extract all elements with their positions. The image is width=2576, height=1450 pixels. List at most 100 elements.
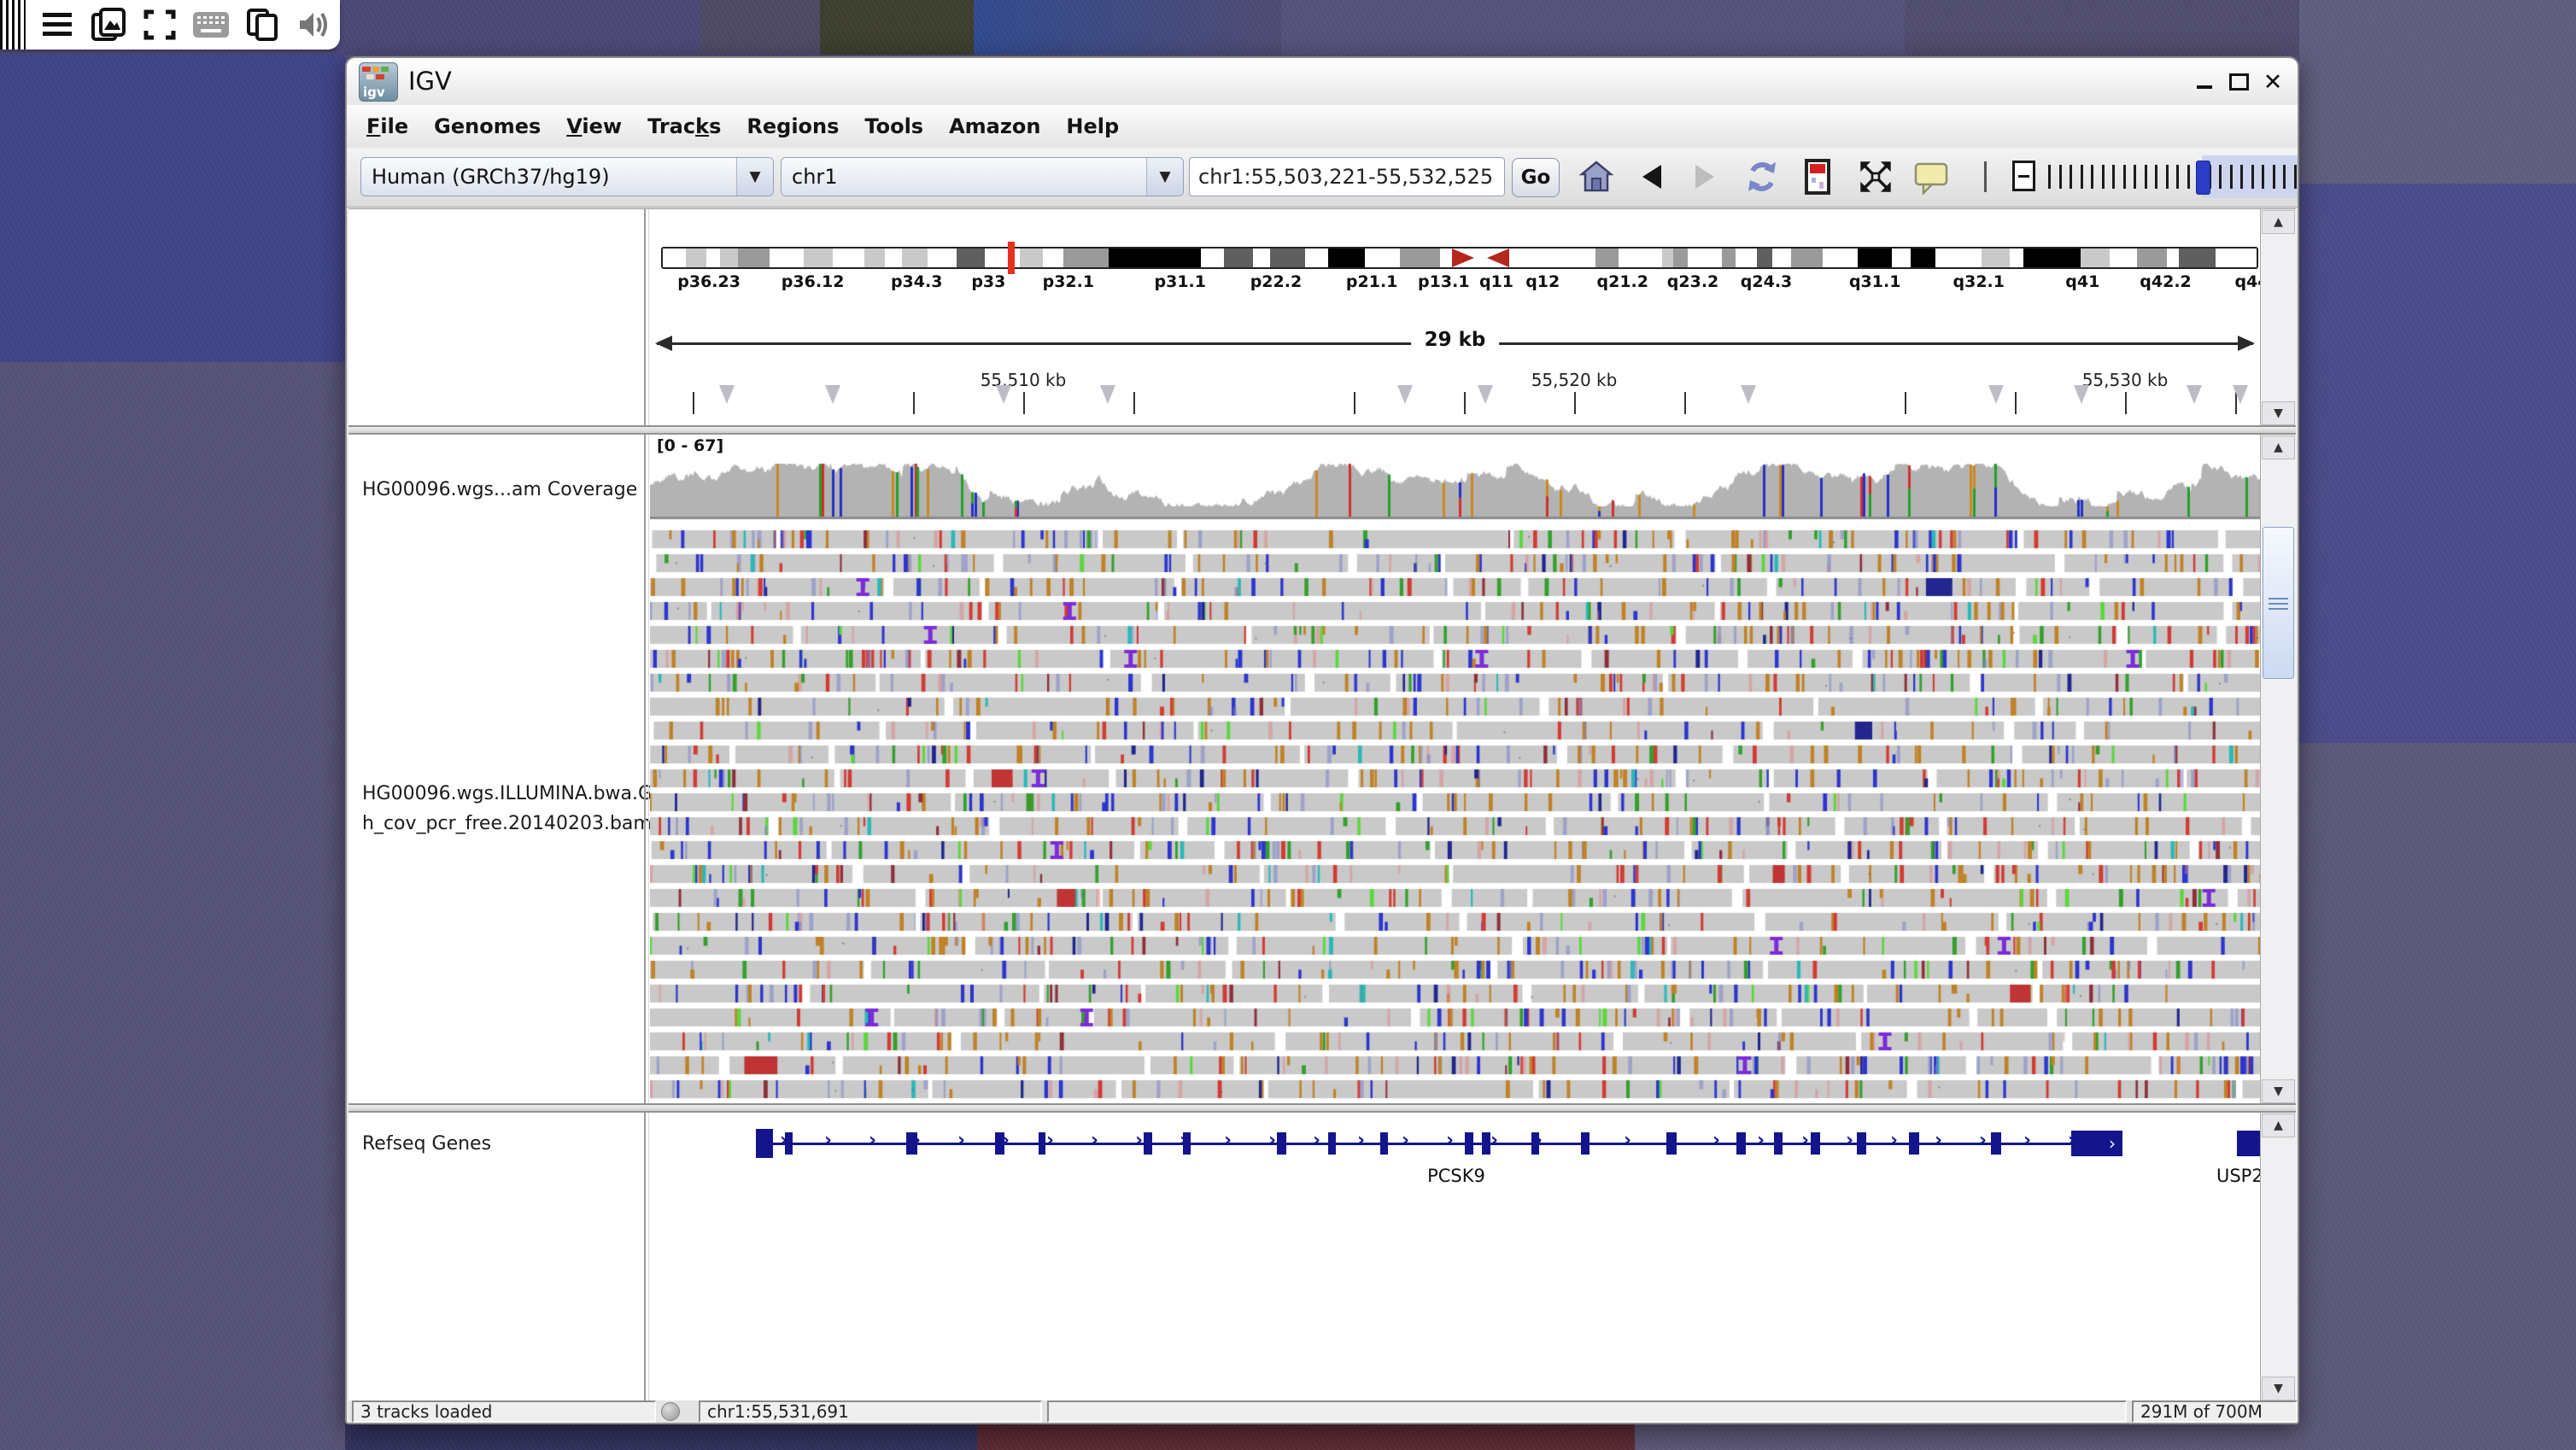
- zoom-slider[interactable]: [2048, 155, 2299, 198]
- exon[interactable]: [1277, 1132, 1286, 1155]
- exon[interactable]: [906, 1132, 917, 1155]
- fullscreen-icon[interactable]: [140, 6, 179, 44]
- zoom-tick: [2145, 165, 2147, 189]
- minimize-button[interactable]: [2190, 70, 2219, 94]
- zoom-slider-thumb[interactable]: [2196, 161, 2210, 195]
- exon[interactable]: [756, 1129, 773, 1158]
- exon[interactable]: [1666, 1132, 1677, 1155]
- menu-icon[interactable]: [38, 6, 77, 44]
- menu-regions[interactable]: Regions: [734, 109, 852, 143]
- gene-body-usp24[interactable]: [2237, 1131, 2260, 1156]
- gene-track[interactable]: ›››››››››››››››››››››››››››››››PCSK9USP2…: [650, 1113, 2260, 1207]
- strand-arrow-icon: ›: [1979, 1130, 1987, 1151]
- menu-help[interactable]: Help: [1053, 109, 1132, 143]
- drag-handle-icon[interactable]: [0, 0, 26, 50]
- scrollbar-thumb[interactable]: [2263, 527, 2294, 679]
- home-icon[interactable]: [1575, 156, 1618, 197]
- gene-label-pcsk9[interactable]: PCSK9: [1427, 1166, 1485, 1186]
- go-button[interactable]: Go: [1512, 158, 1560, 197]
- exon[interactable]: ›: [2071, 1131, 2122, 1156]
- keyboard-icon[interactable]: [191, 6, 231, 44]
- menu-genomes[interactable]: Genomes: [421, 109, 553, 143]
- back-icon[interactable]: [1630, 156, 1673, 197]
- strand-arrow-icon: ›: [1357, 1130, 1365, 1151]
- cytoband: [1224, 248, 1253, 267]
- menu-view[interactable]: View: [553, 109, 635, 143]
- coverage-track-canvas[interactable]: [650, 457, 2260, 522]
- band-label-p36.23: p36.23: [677, 272, 741, 291]
- region-tool-icon[interactable]: [1910, 156, 1952, 197]
- chevron-down-icon[interactable]: ▼: [1146, 158, 1183, 196]
- chromosome-select[interactable]: chr1 ▼: [781, 157, 1184, 196]
- scroll-down-icon[interactable]: ▼: [2262, 1377, 2295, 1400]
- audio-icon[interactable]: [294, 6, 333, 44]
- cytoband: [864, 248, 885, 267]
- exon[interactable]: [1857, 1132, 1866, 1155]
- scroll-down-icon[interactable]: ▼: [2262, 401, 2295, 425]
- resize-to-window-icon[interactable]: [1854, 156, 1897, 197]
- exon[interactable]: [1482, 1132, 1490, 1155]
- exon[interactable]: [1465, 1132, 1473, 1155]
- exon[interactable]: [1380, 1132, 1388, 1155]
- alignment-track-name-line1[interactable]: HG00096.wgs.ILLUMINA.bwa.G: [362, 783, 653, 804]
- menu-tools[interactable]: Tools: [852, 109, 936, 143]
- scroll-up-icon[interactable]: ▲: [2262, 436, 2295, 459]
- title-bar[interactable]: igv IGV ✕: [347, 58, 2298, 106]
- forward-icon[interactable]: [1683, 156, 1726, 197]
- cytoband: [2137, 248, 2167, 267]
- strand-arrow-icon: ›: [824, 1130, 832, 1151]
- exon[interactable]: [1144, 1132, 1152, 1155]
- panel-splitter[interactable]: [348, 1103, 2296, 1112]
- cytoband: [1673, 248, 1688, 267]
- scroll-up-icon[interactable]: ▲: [2262, 1114, 2295, 1137]
- exon[interactable]: [1736, 1132, 1746, 1155]
- exon[interactable]: [1328, 1132, 1336, 1155]
- maximize-button[interactable]: [2224, 70, 2253, 94]
- menu-file[interactable]: File: [354, 109, 421, 143]
- strand-arrow-icon: ›: [1313, 1130, 1320, 1151]
- menu-tracks[interactable]: Tracks: [635, 109, 734, 143]
- ruler-marker-icon: [1397, 385, 1413, 404]
- exon[interactable]: [1581, 1132, 1590, 1155]
- exon[interactable]: [995, 1132, 1004, 1155]
- exon[interactable]: [1909, 1132, 1919, 1155]
- locus-panel-scrollbar[interactable]: ▲ ▼: [2260, 209, 2296, 426]
- desktop-patch: [2299, 0, 2576, 184]
- refresh-icon[interactable]: [1741, 156, 1783, 197]
- zoom-tick: [2155, 165, 2157, 189]
- alignment-pileup-canvas[interactable]: [650, 529, 2260, 1104]
- exon[interactable]: [785, 1132, 793, 1155]
- exon[interactable]: [1183, 1132, 1191, 1155]
- memory-status[interactable]: 291M of 700M: [2132, 1400, 2298, 1423]
- gene-track-name[interactable]: Refseq Genes: [362, 1133, 491, 1155]
- exon[interactable]: [1991, 1132, 2001, 1155]
- alignment-track-name-line2[interactable]: h_cov_pcr_free.20140203.bam: [362, 813, 652, 834]
- exon[interactable]: [1774, 1132, 1783, 1155]
- gene-label-usp24[interactable]: USP24: [2216, 1166, 2260, 1186]
- cytoband: [1892, 248, 1911, 267]
- cytoband: [1509, 248, 1595, 267]
- exon[interactable]: [1811, 1132, 1820, 1155]
- exon[interactable]: [1531, 1132, 1539, 1155]
- genome-select[interactable]: Human (GRCh37/hg19) ▼: [360, 157, 774, 196]
- chromosome-view-icon[interactable]: [1796, 156, 1839, 197]
- cytoband: [1270, 248, 1304, 267]
- close-button[interactable]: ✕: [2258, 70, 2287, 94]
- copy-icon[interactable]: [243, 6, 282, 44]
- chevron-down-icon[interactable]: ▼: [736, 158, 773, 196]
- exon[interactable]: [1039, 1132, 1045, 1155]
- screenshot-icon[interactable]: [89, 6, 128, 44]
- locus-panel-data[interactable]: p36.23p36.12p34.3p33p32.1p31.1p22.2p21.1…: [650, 209, 2260, 426]
- zoom-tick: [2112, 165, 2115, 189]
- alignment-panel-scrollbar[interactable]: ▲ ▼: [2260, 435, 2296, 1104]
- coverage-track-name[interactable]: HG00096.wgs...am Coverage: [362, 479, 637, 500]
- zoom-out-button[interactable]: [2012, 161, 2035, 191]
- panel-splitter[interactable]: [348, 425, 2296, 434]
- scroll-down-icon[interactable]: ▼: [2262, 1079, 2295, 1103]
- feature-panel-scrollbar[interactable]: ▲ ▼: [2260, 1113, 2296, 1401]
- locus-input[interactable]: chr1:55,503,221-55,532,525: [1189, 157, 1505, 196]
- chromosome-ideogram[interactable]: [661, 247, 2258, 269]
- menu-amazon[interactable]: Amazon: [936, 109, 1053, 143]
- scroll-up-icon[interactable]: ▲: [2262, 210, 2295, 234]
- zoom-tick: [2283, 165, 2286, 189]
